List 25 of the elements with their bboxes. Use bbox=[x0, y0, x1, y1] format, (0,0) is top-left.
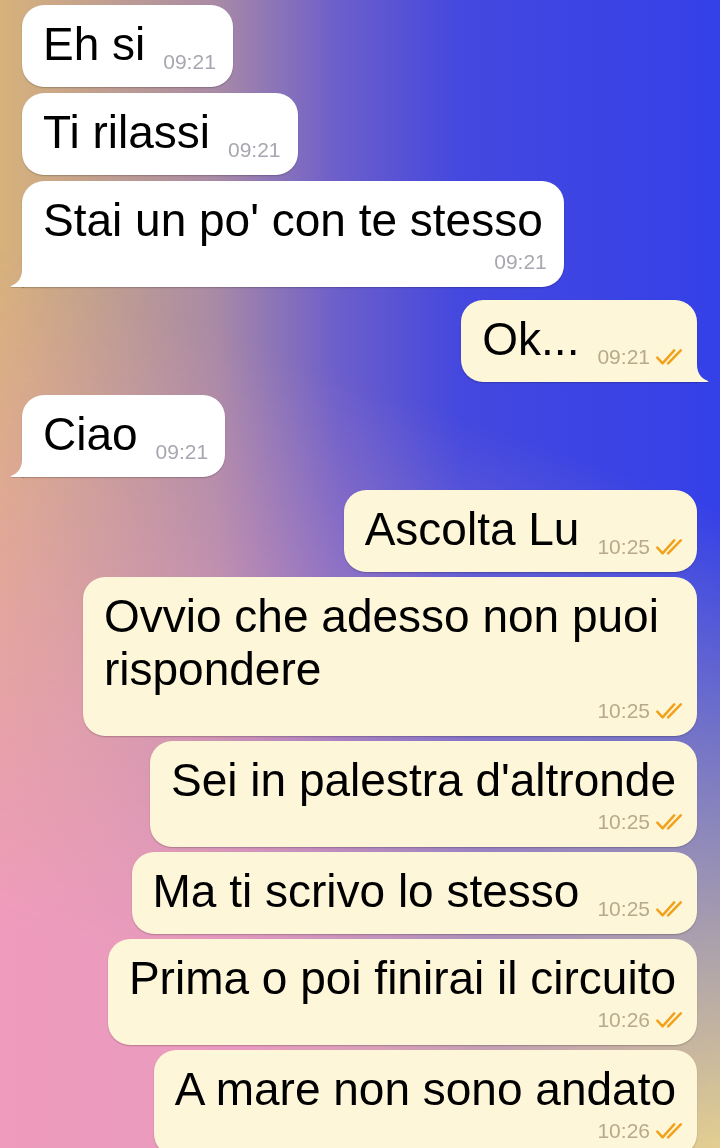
message-time: 09:21 bbox=[494, 250, 547, 274]
message-time: 09:21 bbox=[597, 345, 650, 369]
message-text: Ascolta Lu bbox=[364, 503, 580, 556]
message-text: Stai un po' con te stesso bbox=[43, 194, 543, 247]
message-time: 10:25 bbox=[597, 810, 650, 834]
message-text: Eh si bbox=[43, 18, 146, 71]
message-text: Sei in palestra d'altronde bbox=[171, 754, 676, 807]
message-text: Ok... bbox=[482, 313, 580, 366]
message-text: Ma ti scrivo lo stesso bbox=[152, 865, 580, 918]
message-text: Prima o poi finirai il circuito bbox=[128, 952, 676, 1005]
message-text: Ti rilassi bbox=[43, 106, 210, 159]
message-time: 09:21 bbox=[227, 138, 281, 162]
message-text: Ciao bbox=[43, 408, 138, 461]
bubble-tail-icon bbox=[10, 459, 24, 477]
bubble-tail-icon bbox=[10, 269, 24, 287]
message-text: Ovvio che adesso non puoi rispondere bbox=[104, 590, 660, 696]
message-time: 10:25 bbox=[597, 699, 650, 723]
message-text: A mare non sono andato bbox=[174, 1063, 676, 1116]
message-time: 10:26 bbox=[597, 1119, 650, 1143]
message-time: 10:25 bbox=[597, 897, 650, 921]
message-time: 10:26 bbox=[597, 1008, 650, 1032]
message-time: 10:25 bbox=[597, 535, 650, 559]
message-time: 09:21 bbox=[155, 440, 209, 464]
message-time: 09:21 bbox=[163, 50, 216, 74]
bubble-tail-icon bbox=[695, 364, 709, 382]
